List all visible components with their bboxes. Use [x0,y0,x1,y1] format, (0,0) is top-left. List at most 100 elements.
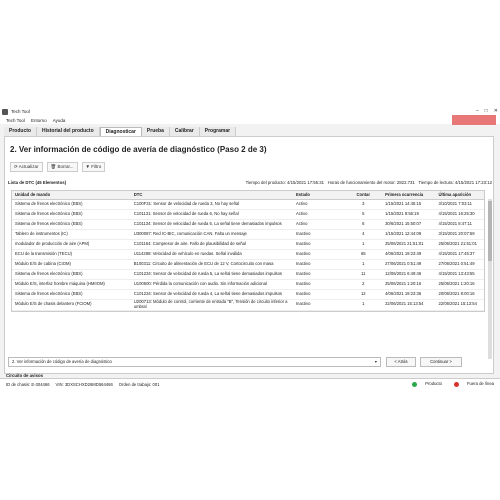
cell-dtc: C101234: Sensor de velocidad de rueda 4,… [133,291,283,297]
window-controls: – □ ✕ [476,108,498,114]
table-row[interactable]: Módulo E/S de chasis delantero (FCIOM) U2… [12,299,484,311]
offline-status: Fuera de línea [448,381,494,387]
offline-status-label: Fuera de línea [466,381,494,387]
engine-hours: Horas de funcionamiento del motor: 2822.… [327,180,415,185]
col-estado[interactable]: Estado [294,191,343,199]
col-ultima[interactable]: Última aparición [437,191,485,199]
cell-dtc: U300087: Red IC-BIC, comunicación CAN. F… [133,231,247,237]
step-select[interactable]: 2. Ver información de código de avería d… [8,357,381,367]
product-time: Tiempo del producto: 4/15/2021 17:55:31 [245,180,325,185]
table-row[interactable]: Módulo E/S de cabina (CIOM) B100311: Circ… [12,260,484,270]
cell-unidad: modulador de producción de aire (APM) [15,241,90,247]
tab-historial[interactable]: Historial del producto [36,127,100,136]
product-status: Producto [406,381,442,387]
filter-button[interactable]: ▼ Filtro [81,162,106,172]
product-status-label: Producto [425,381,442,387]
dtc-count-label: Lista de DTC (45 Elementos) [8,180,67,185]
refresh-label: Actualizar [18,164,39,169]
cell-dtc: U100500: Pérdida la comunicación con aud… [133,281,267,287]
cell-dtc: U114288: Velocidad de vehículo en ruedas… [133,251,242,257]
cell-contar: 4 [362,231,365,237]
cell-estado: Inactivo [296,271,311,277]
delete-label: Borrar... [57,164,74,169]
tab-prueba[interactable]: Prueba [141,127,170,136]
chevron-down-icon: ▾ [374,359,377,364]
menu-ayuda[interactable]: Ayuda [53,118,66,123]
vin: VIN: 3DXSCHXD26MD564466 [55,381,113,387]
cell-primera: 27/06/2021 0:51:49 [385,261,422,267]
cell-dtc: U200713: Módulo de control, corriente de… [133,299,288,309]
menu-tech-tool[interactable]: Tech Tool [6,118,25,123]
refresh-button[interactable]: ⟳ Actualizar [10,162,43,172]
cell-estado: Inactivo [296,291,311,297]
step-select-value: 2. Ver información de código de avería d… [12,359,112,364]
table-row[interactable]: Módulo E/S, interfaz hombre máquina (HMI… [12,280,484,290]
dtc-info-bar: Lista de DTC (45 Elementos) Tiempo del p… [8,180,492,185]
cell-ultima: 3/10/2021 7:03:11 [438,201,472,207]
app-window: Tech Tool – □ ✕ Tech Tool Entorno Ayuda … [0,107,500,388]
cell-estado: Inactivo [296,281,311,287]
cell-ultima: 4/15/2021 16:25:30 [438,211,475,217]
cell-estado: Activo [296,211,308,217]
cell-unidad: Módulo E/S de chasis delantero (FCIOM) [15,301,92,307]
delete-button[interactable]: 🗑 Borrar... [46,162,78,172]
tab-producto[interactable]: Producto [4,127,37,136]
table-body: Sistema de frenos electrónico (EBS) C100F… [12,200,484,311]
cell-estado: Activo [296,201,308,207]
table-scrollbar[interactable] [488,199,492,359]
cell-estado: Inactivo [296,261,311,267]
page-title: 2. Ver información de código de avería d… [10,145,267,154]
cell-unidad: ECU de la transmisión (TECU) [15,251,73,257]
tab-programar[interactable]: Programar [199,127,237,136]
cell-dtc: C101131: Sensor de velocidad de rueda 6,… [133,211,239,217]
read-time: Tiempo de lectura: 4/15/2021 17:23:12 [418,180,492,185]
col-dtc[interactable]: DTC [132,191,294,199]
table-row[interactable]: ECU de la transmisión (TECU) U114288: Vel… [12,250,484,260]
cell-primera: 1/15/2021 8:56:19 [385,211,419,217]
cell-ultima: 27/06/2021 0:51:49 [438,261,475,267]
menu-entorno[interactable]: Entorno [31,118,47,123]
col-contar[interactable]: Contar [343,191,383,199]
alert-banner [452,115,496,125]
table-row[interactable]: modulador de producción de aire (APM) C10… [12,240,484,250]
table-row[interactable]: Sistema de frenos electrónico (EBS) C1011… [12,210,484,220]
cell-dtc: C101164: Compresor de aire. Fallo de pla… [133,241,246,247]
cell-contar: 1 [362,301,365,307]
cell-unidad: Sistema de frenos electrónico (EBS) [15,291,83,297]
table-row[interactable]: Sistema de frenos electrónico (EBS) C100F… [12,200,484,210]
table-row[interactable]: Tablero de instrumentos (IC) U300087: Red… [12,230,484,240]
cell-contar: 2 [362,281,365,287]
cell-unidad: Sistema de frenos electrónico (EBS) [15,211,83,217]
cell-contar: 5 [362,211,365,217]
cell-ultima: 4/15/2021 17:45:37 [438,251,475,257]
continue-button[interactable]: Continuar > [420,357,462,367]
cell-contar: 3 [362,201,365,207]
scroll-thumb[interactable] [488,201,492,261]
minimize-icon[interactable]: – [476,108,479,114]
cell-estado: Inactivo [296,241,311,247]
cell-ultima: 25/06/2021 1:20:16 [438,281,475,287]
filter-label: Filtro [91,164,102,169]
back-button[interactable]: < Atrás [386,357,416,367]
cell-ultima: 4/15/2021 8:47:11 [438,221,472,227]
table-row[interactable]: Sistema de frenos electrónico (EBS) C1011… [12,220,484,230]
online-dot-icon [412,381,418,387]
table-header: Unidad de mando DTC Estado Contar Primer… [12,191,484,200]
cell-dtc: B100311: Circuito de alimentación de ECU… [133,261,274,267]
col-unidad[interactable]: Unidad de mando [12,191,132,199]
close-icon[interactable]: ✕ [494,108,498,114]
dtc-table: Unidad de mando DTC Estado Contar Primer… [11,190,485,312]
cell-primera: 1/15/2021 14:45:15 [385,201,422,207]
toolbar: ⟳ Actualizar 🗑 Borrar... ▼ Filtro [10,162,106,172]
maximize-icon[interactable]: □ [485,108,488,114]
cell-estado: Inactivo [296,301,311,307]
table-row[interactable]: Sistema de frenos electrónico (EBS) C1012… [12,270,484,280]
app-icon [2,108,8,115]
cell-unidad: Tablero de instrumentos (IC) [15,231,68,237]
step-row: 2. Ver información de código de avería d… [8,357,488,367]
cell-primera: 22/06/2021 15:13:54 [385,301,424,307]
tab-calibrar[interactable]: Calibrar [169,127,200,136]
cell-primera: 25/06/2021 1:20:16 [385,281,422,287]
col-primera[interactable]: Primera ocurrencia [383,191,436,199]
cell-dtc: C101134: Sensor de velocidad de rueda 6,… [133,221,282,227]
